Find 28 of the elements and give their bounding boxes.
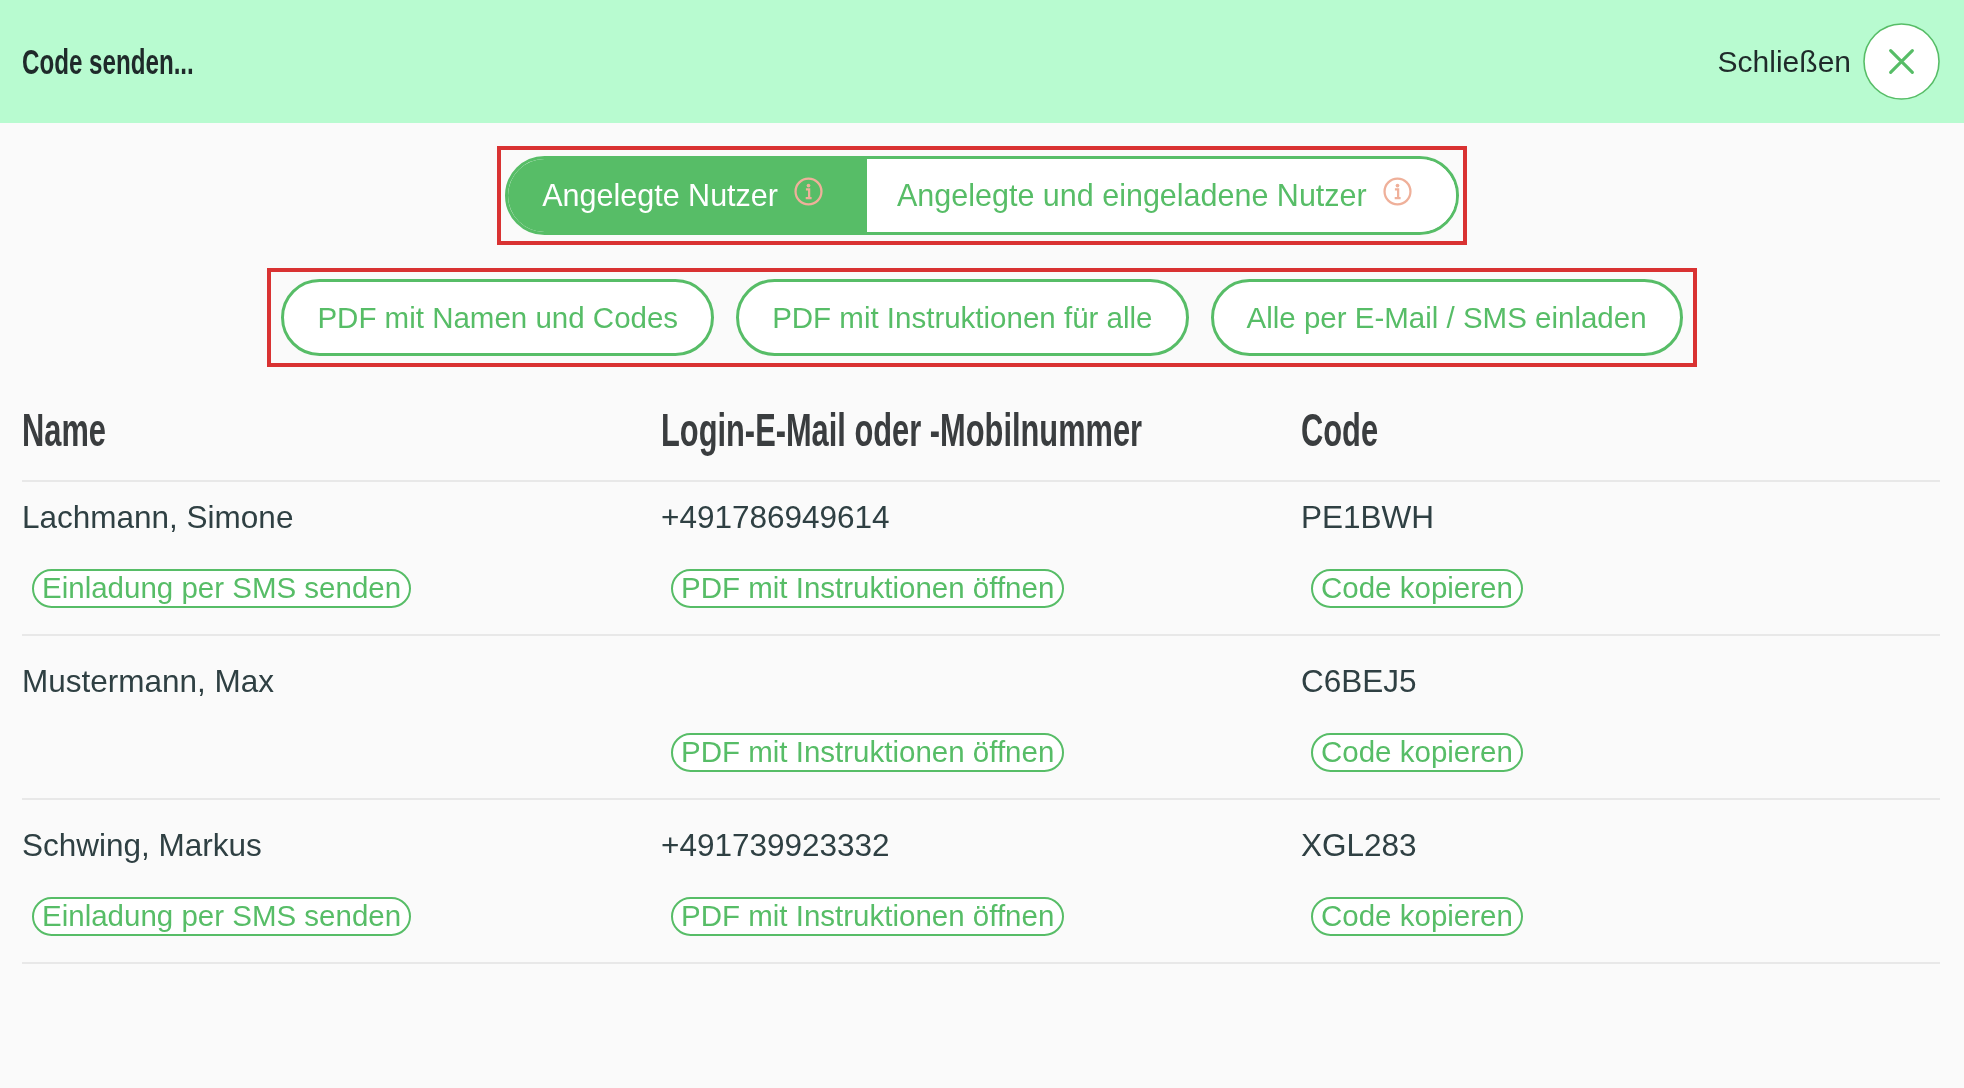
phone-cell: +491739923332 (661, 827, 890, 863)
copy-code-button[interactable]: Code kopieren (1311, 896, 1523, 936)
name-cell: Mustermann, Max (22, 663, 275, 699)
pdf-button[interactable]: PDF mit Instruktionen öffnen (671, 896, 1065, 936)
close-icon[interactable] (1863, 23, 1940, 100)
close-button[interactable]: Schließen (1717, 23, 1940, 100)
info-icon[interactable] (793, 177, 823, 206)
sms-invite-button[interactable]: Einladung per SMS senden (32, 568, 412, 608)
copy-code-button[interactable]: Code kopieren (1311, 568, 1523, 608)
pdf-button[interactable]: PDF mit Instruktionen öffnen (671, 568, 1065, 608)
column-header: Name (22, 402, 106, 457)
column-header: Login-E-Mail oder -Mobilnummer (661, 402, 1143, 457)
tab[interactable]: Angelegte Nutzer (508, 159, 867, 232)
name-cell: Lachmann, Simone (22, 499, 294, 535)
dialog-title: Code senden... (22, 41, 194, 82)
code-cell: XGL283 (1301, 827, 1417, 863)
action-button[interactable]: PDF mit Instruktionen für alle (736, 279, 1189, 356)
phone-cell: +491786949614 (661, 499, 890, 535)
action-button[interactable]: PDF mit Namen und Codes (281, 279, 715, 356)
pdf-button[interactable]: PDF mit Instruktionen öffnen (671, 732, 1065, 772)
code-cell: C6BEJ5 (1301, 663, 1417, 699)
code-cell: PE1BWH (1301, 499, 1435, 535)
column-header: Code (1301, 402, 1379, 457)
info-icon[interactable] (1382, 177, 1412, 206)
sms-invite-button[interactable]: Einladung per SMS senden (32, 896, 412, 936)
copy-code-button[interactable]: Code kopieren (1311, 732, 1523, 772)
name-cell: Schwing, Markus (22, 827, 262, 863)
action-button[interactable]: Alle per E-Mail / SMS einladen (1210, 279, 1683, 356)
